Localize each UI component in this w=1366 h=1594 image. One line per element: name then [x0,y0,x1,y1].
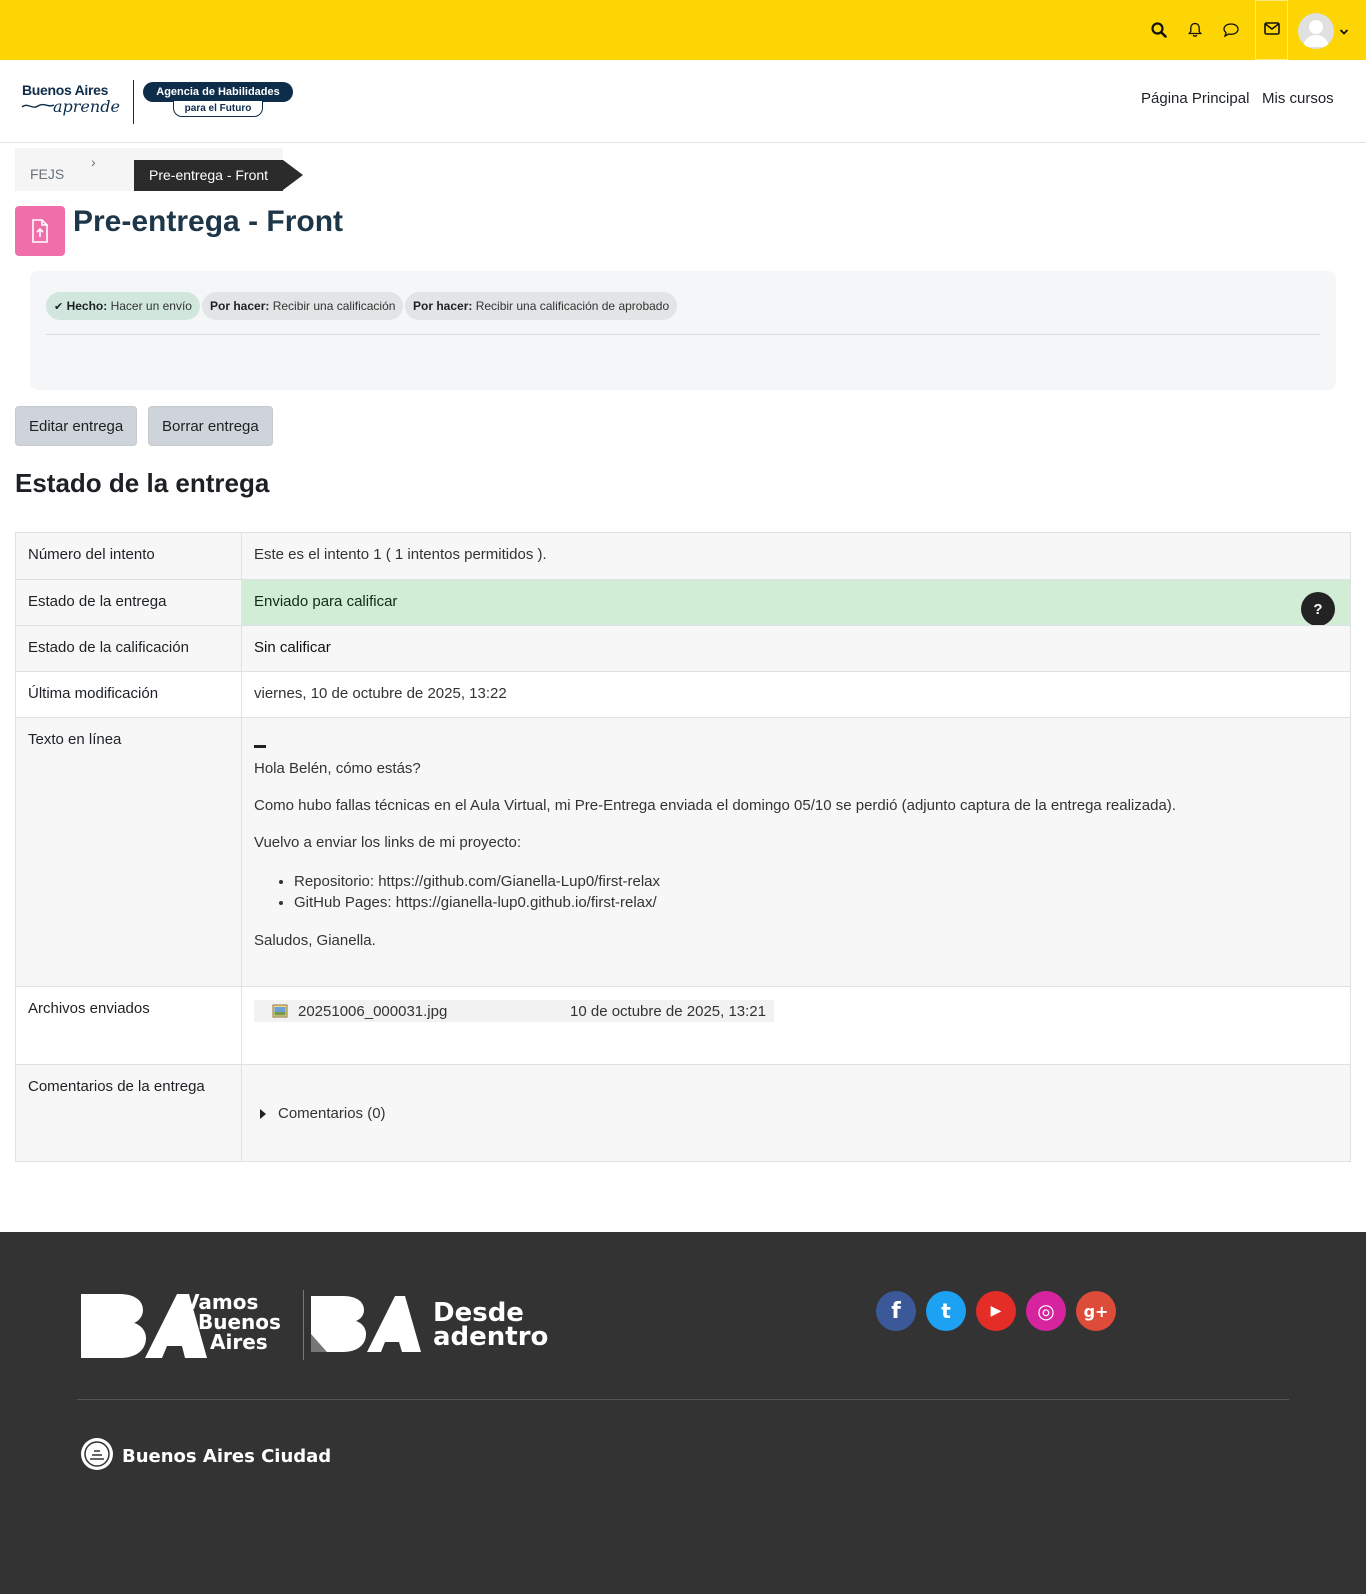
section-heading: Estado de la entrega [15,468,270,498]
paragraph: Vuelvo a enviar los links de mi proyecto… [254,834,522,851]
avatar[interactable] [1298,13,1334,49]
brand-text: Aires [210,1330,268,1354]
site-logo[interactable]: Buenos Aires aprende Agencia de Habilida… [21,80,293,124]
nav-pagina-principal[interactable]: Página Principal [1141,90,1249,107]
online-text-content: Hola Belén, cómo estás? Como hubo fallas… [242,718,1350,986]
row-label: Archivos enviados [16,987,242,1064]
row-value: viernes, 10 de octubre de 2025, 13:22 [254,685,507,702]
completion-text: Recibir una calificación [272,299,396,313]
row-label: Comentarios de la entrega [16,1065,242,1161]
googleplus-icon[interactable]: g+ [1076,1291,1116,1331]
paragraph: Saludos, Gianella. [254,932,376,949]
breadcrumb-separator: › [91,154,96,170]
comments-label: Comentarios (0) [278,1105,386,1122]
submission-status-text: Enviado para calificar [254,593,398,610]
breadcrumb-item-fejs[interactable]: FEJS [30,166,64,182]
edit-submission-button[interactable]: Editar entrega [15,406,138,446]
file-item: 20251006_000031.jpg 10 de octubre de 202… [254,1000,774,1022]
top-bar [0,0,1366,60]
nav-mis-cursos[interactable]: Mis cursos [1262,90,1334,107]
ciudad-logo[interactable]: Buenos Aires Ciudad [80,1438,331,1474]
list-item: Repositorio: https://github.com/Gianella… [294,871,1338,892]
logo-badge-agencia: Agencia de Habilidades [143,82,293,102]
site-header: Buenos Aires aprende Agencia de Habilida… [0,60,1366,143]
completion-text: Recibir una calificación de aprobado [475,299,670,313]
completion-badge-todo: Por hacer: Recibir una calificación [202,292,404,320]
row-label: Texto en línea [16,718,242,986]
breadcrumb-current: Pre-entrega - Front [134,160,304,191]
search-icon[interactable] [1147,18,1171,42]
activity-completion: ✔ Hecho: Hacer un envío Por hacer: Recib… [30,271,1336,390]
brand-text: Vamos [184,1290,259,1314]
completion-status: Por hacer: [413,299,473,313]
help-icon[interactable]: ? [1301,592,1335,626]
row-label: Estado de la entrega [16,580,242,625]
row-value-files: 20251006_000031.jpg 10 de octubre de 202… [242,987,1350,1064]
brand-text: adentro [433,1322,549,1352]
table-row: Comentarios de la entrega Comentarios (0… [16,1064,1350,1161]
facebook-icon[interactable]: f [876,1291,916,1331]
completion-status: Hecho: [66,299,108,313]
file-link[interactable]: 20251006_000031.jpg [298,1003,570,1020]
row-value: Este es el intento 1 ( 1 intentos permit… [242,533,1350,579]
row-label: Última modificación [16,672,242,717]
links-list: Repositorio: https://github.com/Gianella… [294,871,1338,913]
table-row: Número del intento Este es el intento 1 … [16,533,1350,579]
row-label: Estado de la calificación [16,626,242,671]
table-row: Estado de la calificación Sin calificar [16,625,1350,671]
site-footer: Vamos Buenos Aires Desde adentro f t ▶ ◎… [0,1232,1366,1594]
bell-icon[interactable] [1183,18,1207,42]
assignment-icon [15,206,65,256]
completion-badge-todo: Por hacer: Recibir una calificación de a… [405,292,678,320]
brand-text: Buenos [198,1310,281,1334]
completion-badge-done: ✔ Hecho: Hacer un envío [46,292,200,320]
table-row: Texto en línea Hola Belén, cómo estás? C… [16,717,1350,986]
divider [303,1290,304,1360]
instagram-icon[interactable]: ◎ [1026,1291,1066,1331]
row-label: Número del intento [16,533,242,579]
table-row: Última modificación viernes, 10 de octub… [16,671,1350,717]
chat-icon[interactable] [1219,18,1243,42]
divider [77,1399,1289,1400]
vamos-buenos-aires-logo[interactable]: Vamos Buenos Aires [77,1290,282,1362]
table-row: Archivos enviados 20251006_000031.jpg 10… [16,986,1350,1064]
page-title: Pre-entrega - Front [73,205,344,238]
row-value-submission-status: Enviado para calificar ? [242,580,1350,626]
logo-text-buenos-aires: Buenos Aires [22,82,109,98]
list-item: GitHub Pages: https://gianella-lup0.gith… [294,892,1338,913]
messages-button[interactable] [1255,0,1288,60]
paragraph: Hola Belén, cómo estás? [254,760,421,777]
logo-badge-futuro: para el Futuro [173,100,263,117]
city-seal-icon [80,1437,114,1475]
submission-status-table: Número del intento Este es el intento 1 … [15,532,1351,1162]
completion-text: Hacer un envío [110,299,192,313]
check-icon: ✔ [54,301,64,313]
table-row: Estado de la entrega Enviado para califi… [16,579,1350,626]
delete-submission-button[interactable]: Borrar entrega [148,406,273,446]
youtube-icon[interactable]: ▶ [976,1291,1016,1331]
paragraph: Como hubo fallas técnicas en el Aula Vir… [254,797,1176,814]
divider [254,745,266,748]
envelope-icon [1263,21,1280,39]
image-file-icon [272,1003,288,1019]
completion-status: Por hacer: [210,299,270,313]
twitter-icon[interactable]: t [926,1291,966,1331]
chevron-down-icon[interactable] [1339,24,1349,41]
comments-toggle[interactable]: Comentarios (0) [254,1105,1338,1122]
logo-text-aprende: aprende [53,97,120,116]
row-value: Sin calificar [242,626,1350,671]
desde-adentro-logo[interactable]: Desde adentro [309,1292,548,1364]
city-name: Buenos Aires Ciudad [122,1445,332,1467]
divider [46,334,1320,335]
caret-right-icon [260,1108,266,1119]
file-date: 10 de octubre de 2025, 13:21 [570,1002,766,1020]
row-value-comments: Comentarios (0) [242,1065,1350,1161]
